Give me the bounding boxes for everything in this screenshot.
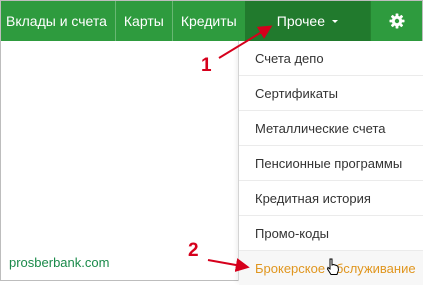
annotation-marker-2: 2 — [188, 240, 199, 261]
annotation-arrows — [207, 25, 273, 272]
annotation-marker-1: 1 — [201, 55, 212, 76]
watermark-text: prosberbank.com — [9, 255, 110, 270]
arrow-to-brokerage-item — [207, 258, 250, 272]
arrow-to-other-menu — [218, 25, 273, 59]
hand-cursor-icon — [326, 258, 340, 275]
